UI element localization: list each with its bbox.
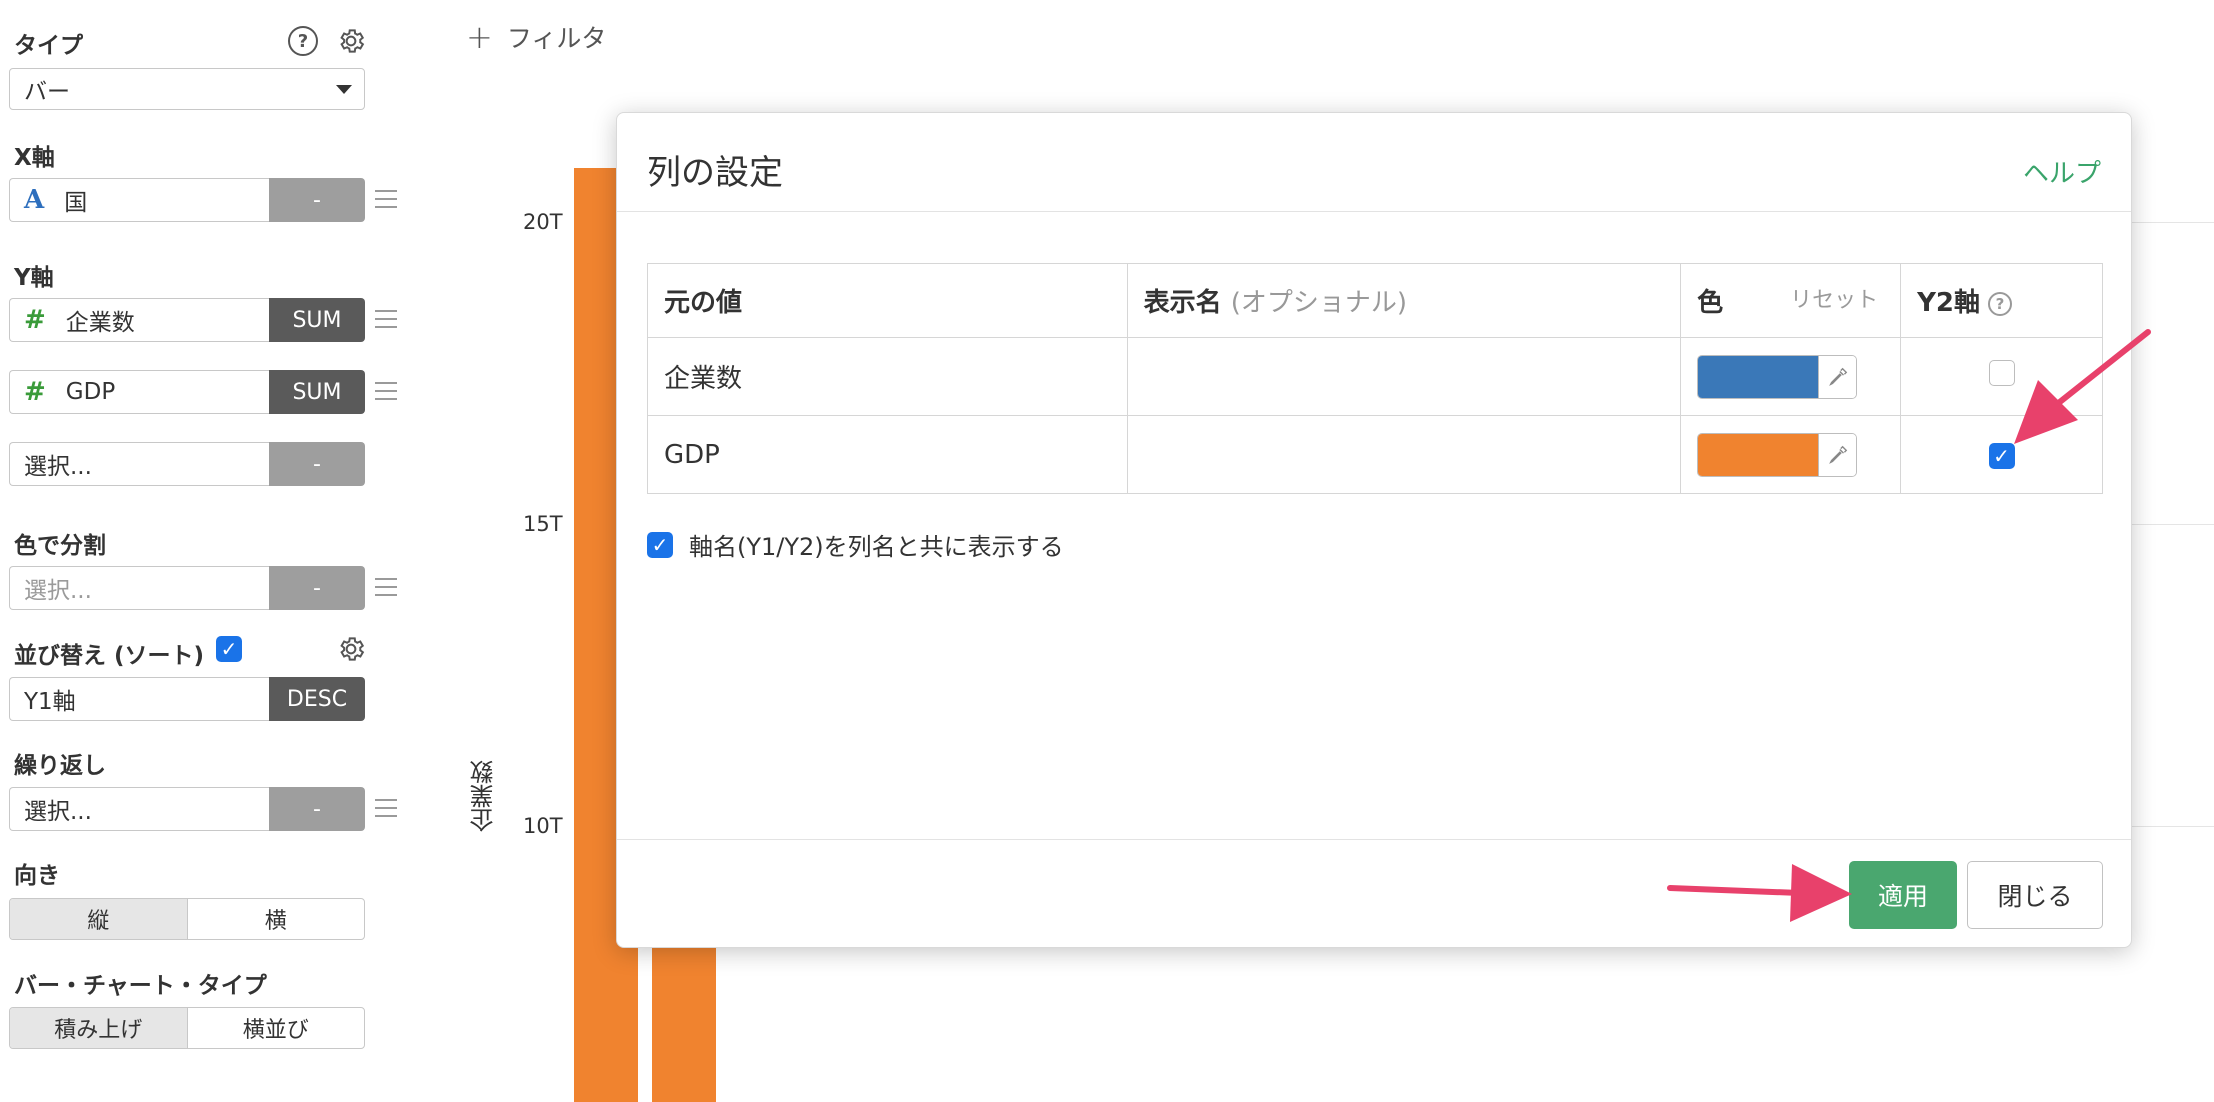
drag-handle-icon[interactable] [375, 186, 397, 212]
drag-handle-icon[interactable] [375, 795, 397, 821]
number-type-icon: # [24, 305, 46, 335]
sort-order-button[interactable]: DESC [269, 677, 365, 721]
eyedropper-icon [1818, 433, 1857, 476]
type-label: タイプ [14, 33, 83, 59]
repeat-select[interactable]: 選択... [9, 787, 269, 831]
eyedropper-icon [1818, 355, 1857, 398]
add-filter-label: フィルタ [506, 24, 607, 53]
add-filter-button[interactable]: + フィルタ [466, 18, 606, 56]
bar-type-label: バー・チャート・タイプ [14, 973, 267, 999]
y-tick-label: 20T [523, 210, 563, 234]
number-type-icon: # [24, 377, 46, 407]
show-axis-name-checkbox[interactable]: ✓ [647, 531, 673, 558]
color-cell [1680, 415, 1902, 494]
plus-icon: + [466, 18, 493, 56]
y-axis-field-name: GDP [65, 379, 116, 405]
table-header-row: 元の値 表示名 (オプショナル) 色リセット Y2軸? [647, 263, 2103, 338]
show-axis-name-option: ✓ 軸名(Y1/Y2)を列名と共に表示する [647, 527, 1064, 562]
orientation-label: 向き [14, 863, 60, 889]
divider [617, 211, 2131, 212]
table-row: GDP ✓ [647, 415, 2103, 494]
color-swatch [1698, 355, 1819, 398]
orientation-toggle: 縦 横 [9, 898, 365, 940]
y-axis-field[interactable]: # 企業数 [9, 298, 269, 342]
y-axis-add-agg-button[interactable]: - [269, 442, 365, 486]
gear-icon[interactable] [336, 634, 366, 664]
y2-checkbox[interactable]: ✓ [1988, 442, 2015, 469]
chevron-down-icon [336, 85, 352, 94]
close-button[interactable]: 閉じる [1967, 861, 2103, 929]
y-axis-add-select[interactable]: 選択... [9, 442, 269, 486]
original-value-cell: 企業数 [647, 337, 1128, 416]
color-cell [1680, 337, 1902, 416]
chart-settings-sidebar: タイプ ? バー X軸 A 国 - Y軸 # 企業数 SUM # GDP SUM… [0, 0, 420, 1102]
y-axis-field-name: 企業数 [65, 310, 135, 336]
column-settings-dialog: 列の設定 ヘルプ 元の値 表示名 (オプショナル) 色リセット Y2軸? 企業数 [616, 112, 2132, 948]
drag-handle-icon[interactable] [375, 306, 397, 332]
gear-icon[interactable] [336, 26, 366, 56]
dialog-title: 列の設定 [647, 153, 783, 193]
divider [617, 839, 2131, 840]
display-name-input[interactable] [1126, 415, 1682, 494]
x-axis-label: X軸 [14, 145, 55, 171]
col-color: 色リセット [1680, 263, 1902, 338]
reset-color-link[interactable]: リセット [1790, 282, 1878, 314]
col-display-name: 表示名 (オプショナル) [1126, 263, 1682, 338]
y2-cell [1900, 337, 2103, 416]
help-icon[interactable]: ? [288, 26, 318, 56]
color-split-agg-button[interactable]: - [269, 566, 365, 610]
y2-checkbox[interactable] [1988, 360, 2015, 386]
x-axis-agg-button[interactable]: - [269, 178, 365, 222]
chart-type-value: バー [24, 79, 70, 105]
bar-type-stacked-option[interactable]: 積み上げ [10, 1008, 187, 1048]
sort-label: 並び替え (ソート) [14, 643, 205, 669]
x-axis-field[interactable]: A 国 [9, 178, 269, 222]
apply-button[interactable]: 適用 [1849, 861, 1957, 929]
color-picker[interactable] [1697, 432, 1858, 477]
bar-type-side-by-side-option[interactable]: 横並び [186, 1008, 365, 1048]
y2-cell: ✓ [1900, 415, 2103, 494]
color-swatch [1698, 433, 1819, 476]
chart-type-select[interactable]: バー [9, 68, 365, 110]
y-tick-label: 15T [523, 512, 563, 536]
y-tick-label: 10T [523, 814, 563, 838]
help-link[interactable]: ヘルプ [2023, 153, 2101, 190]
show-axis-name-label: 軸名(Y1/Y2)を列名と共に表示する [689, 533, 1064, 561]
column-settings-table: 元の値 表示名 (オプショナル) 色リセット Y2軸? 企業数 GDP ✓ [647, 263, 2103, 494]
y-axis-label: Y軸 [14, 265, 54, 291]
col-y2-axis: Y2軸? [1900, 263, 2103, 338]
text-type-icon: A [24, 185, 45, 215]
orientation-vertical-option[interactable]: 縦 [10, 899, 187, 939]
y-axis-agg-button[interactable]: SUM [269, 298, 365, 342]
y-axis-field[interactable]: # GDP [9, 370, 269, 414]
x-axis-field-name: 国 [64, 190, 88, 216]
display-name-input[interactable] [1126, 337, 1682, 416]
help-icon[interactable]: ? [1988, 291, 2013, 316]
repeat-label: 繰り返し [14, 753, 106, 779]
sort-checkbox[interactable]: ✓ [216, 636, 242, 662]
color-picker[interactable] [1697, 354, 1858, 399]
y-axis-title: 企業数 [470, 760, 498, 832]
bar-type-toggle: 積み上げ 横並び [9, 1007, 365, 1049]
col-original-value: 元の値 [647, 263, 1128, 338]
repeat-agg-button[interactable]: - [269, 787, 365, 831]
original-value-cell: GDP [647, 415, 1128, 494]
drag-handle-icon[interactable] [375, 378, 397, 404]
orientation-horizontal-option[interactable]: 横 [186, 899, 365, 939]
color-split-label: 色で分割 [14, 533, 106, 559]
color-split-select[interactable]: 選択... [9, 566, 269, 610]
y-axis-agg-button[interactable]: SUM [269, 370, 365, 414]
sort-field[interactable]: Y1軸 [9, 677, 269, 721]
table-row: 企業数 [647, 337, 2103, 416]
drag-handle-icon[interactable] [375, 574, 397, 600]
